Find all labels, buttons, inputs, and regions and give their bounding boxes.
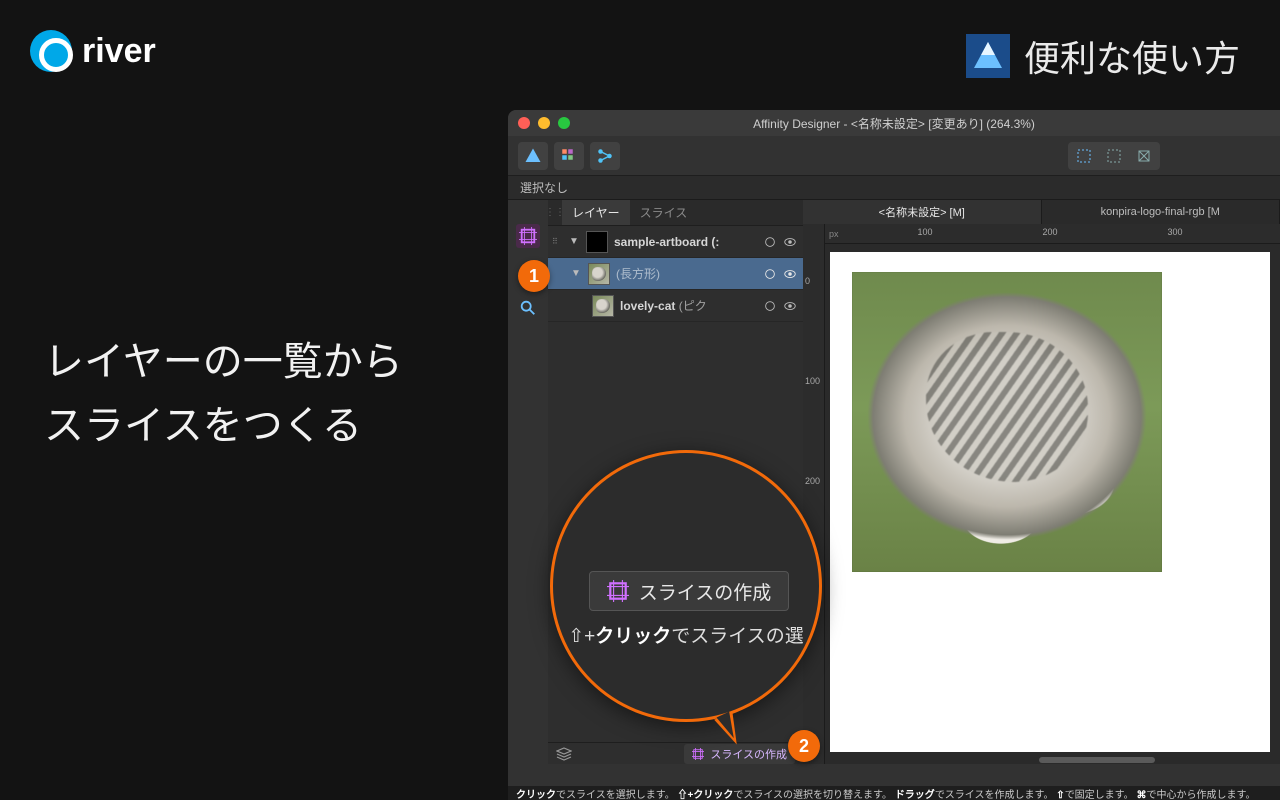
- tab-slices[interactable]: スライス: [630, 200, 698, 225]
- layer-lock-icon[interactable]: [763, 235, 777, 249]
- layer-visibility-icon[interactable]: [783, 235, 797, 249]
- selection-mode-group: [1068, 142, 1160, 170]
- select-touch-icon[interactable]: [1100, 144, 1128, 168]
- selection-status: 選択なし: [508, 176, 1280, 200]
- layer-thumbnail: [592, 295, 614, 317]
- panel-footer: スライスの作成: [548, 742, 803, 764]
- panel-grip-icon[interactable]: ⋮⋮: [548, 207, 562, 218]
- layer-thumbnail: [588, 263, 610, 285]
- ruler-unit-label: px: [829, 229, 839, 239]
- artboard-area[interactable]: [825, 244, 1280, 764]
- callout-badge-2: 2: [788, 730, 820, 762]
- layer-list: ⠿ ▼ sample-artboard (: ▼ (長方形): [548, 226, 803, 322]
- layer-name-label: (長方形): [616, 265, 757, 282]
- artboard[interactable]: [830, 252, 1270, 752]
- river-logo-icon: [30, 30, 72, 72]
- layer-visibility-icon[interactable]: [783, 299, 797, 313]
- canvas-area: <名称未設定> [M] konpira-logo-final-rgb [M 0 …: [803, 200, 1280, 764]
- document-tabs: <名称未設定> [M] konpira-logo-final-rgb [M: [803, 200, 1280, 224]
- disclosure-triangle-icon[interactable]: ▼: [568, 236, 580, 247]
- select-all-icon[interactable]: [1070, 144, 1098, 168]
- affinity-designer-icon: [966, 34, 1010, 78]
- titlebar: Affinity Designer - <名称未設定> [変更あり] (264.…: [508, 110, 1280, 136]
- layer-lock-icon[interactable]: [763, 299, 777, 313]
- horizontal-scrollbar[interactable]: [885, 755, 1270, 764]
- create-slice-button-small[interactable]: スライスの作成: [684, 744, 795, 764]
- layer-visibility-icon[interactable]: [783, 267, 797, 281]
- explain-text: レイヤーの一覧から スライスをつくる: [44, 330, 403, 458]
- disclosure-triangle-icon[interactable]: ▼: [570, 268, 582, 279]
- window-title: Affinity Designer - <名称未設定> [変更あり] (264.…: [508, 115, 1280, 132]
- main-toolbar: [508, 136, 1280, 176]
- persona-export-button[interactable]: [590, 142, 620, 170]
- persona-pixel-button[interactable]: [554, 142, 584, 170]
- layers-stack-icon[interactable]: [556, 746, 572, 762]
- tagline-text: 便利な使い方: [1024, 30, 1240, 82]
- vertical-ruler: 0 100 200 300: [803, 224, 825, 764]
- layer-name-label: lovely-cat (ピク: [620, 297, 757, 314]
- explain-line-1: レイヤーの一覧から: [44, 330, 403, 394]
- zoom-tool[interactable]: [516, 296, 540, 320]
- create-slice-label-small: スライスの作成: [710, 746, 787, 762]
- tab-layers[interactable]: レイヤー: [562, 200, 630, 225]
- drag-handle-icon[interactable]: ⠿: [552, 240, 562, 244]
- callout-badge-1: 1: [518, 260, 550, 292]
- brand-name: river: [82, 32, 156, 71]
- layer-name-label: sample-artboard (:: [614, 235, 757, 249]
- document-tab[interactable]: <名称未設定> [M]: [803, 200, 1042, 224]
- layer-thumbnail: [586, 231, 608, 253]
- layer-row-rectangle[interactable]: ▼ (長方形): [548, 258, 803, 290]
- layer-row-artboard[interactable]: ⠿ ▼ sample-artboard (:: [548, 226, 803, 258]
- persona-designer-button[interactable]: [518, 142, 548, 170]
- explain-line-2: スライスをつくる: [44, 394, 403, 458]
- magnifier-hint-text: ⇧+クリックでスライスの選: [553, 621, 819, 648]
- create-slice-button[interactable]: スライスの作成: [589, 571, 789, 611]
- layer-row-image[interactable]: lovely-cat (ピク: [548, 290, 803, 322]
- hint-bar: クリックでスライスを選択します。 ⇧+クリックでスライスの選択を切り替えます。 …: [508, 786, 1280, 800]
- layer-lock-icon[interactable]: [763, 267, 777, 281]
- cat-image[interactable]: [852, 272, 1162, 572]
- scrollbar-thumb[interactable]: [1039, 757, 1155, 763]
- panel-tabs: ⋮⋮ レイヤー スライス: [548, 200, 803, 226]
- create-slice-label: スライスの作成: [639, 578, 771, 605]
- document-tab[interactable]: konpira-logo-final-rgb [M: [1042, 200, 1280, 224]
- horizontal-ruler: px 100 200 300: [825, 224, 1280, 244]
- select-transform-icon[interactable]: [1130, 144, 1158, 168]
- magnifier-callout: スライスの作成 ⇧+クリックでスライスの選: [550, 450, 822, 722]
- brand-logo-block: river: [30, 30, 156, 72]
- slice-tool[interactable]: [516, 224, 540, 248]
- page-tagline: 便利な使い方: [966, 30, 1240, 82]
